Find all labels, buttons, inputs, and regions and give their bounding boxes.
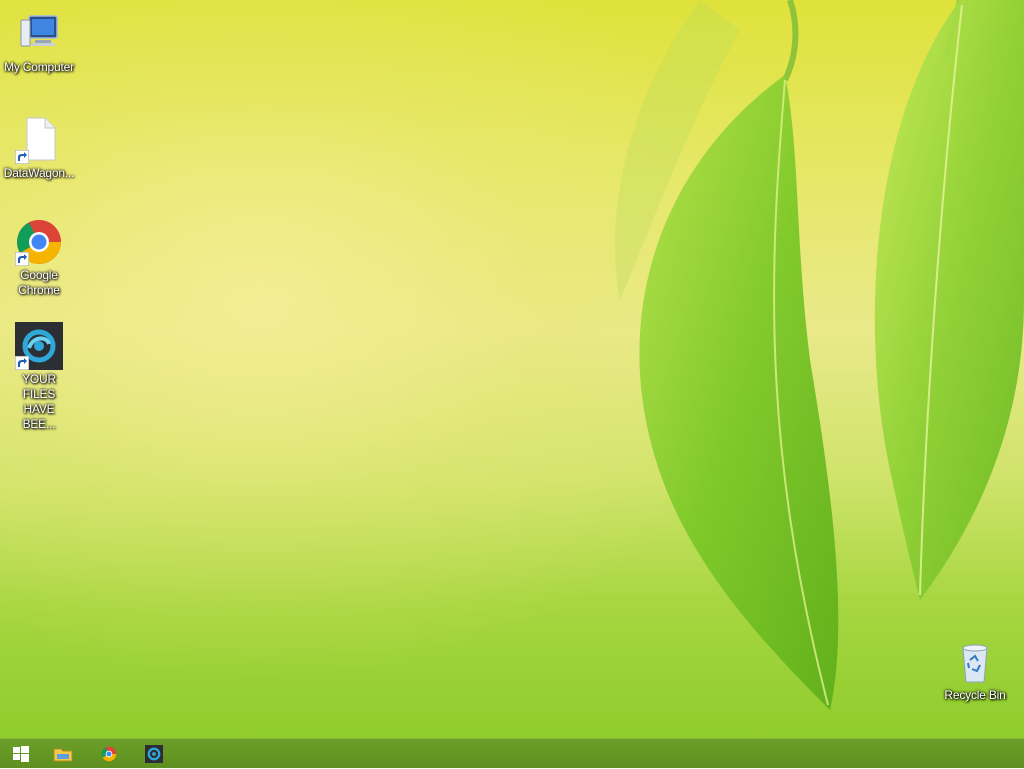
shortcut-arrow-icon (15, 150, 29, 164)
taskbar-ransom-app[interactable] (133, 739, 175, 769)
desktop-icon-recycle-bin[interactable]: Recycle Bin (937, 638, 1013, 703)
computer-icon (15, 10, 63, 58)
taskbar-chrome[interactable] (88, 739, 130, 769)
document-icon (15, 116, 63, 164)
icon-label: Recycle Bin (944, 688, 1006, 702)
shortcut-arrow-icon (15, 252, 29, 266)
file-explorer-icon (53, 748, 73, 762)
icon-label: Google Chrome (18, 268, 60, 297)
desktop-icon-my-computer[interactable]: My Computer (1, 10, 77, 75)
icon-label: My Computer (4, 60, 74, 74)
taskbar (0, 738, 1024, 768)
icon-label: YOUR FILES HAVE BEE... (22, 372, 56, 431)
windows-start-icon (13, 746, 29, 762)
desktop-icon-your-files[interactable]: YOUR FILES HAVE BEE... (1, 322, 77, 432)
ransom-app-icon (145, 745, 163, 763)
chrome-icon (15, 218, 63, 266)
desktop-icon-datawagon[interactable]: DataWagon... (1, 116, 77, 181)
recycle-bin-icon (951, 638, 999, 686)
ransom-app-icon (15, 322, 63, 370)
shortcut-arrow-icon (15, 356, 29, 370)
icon-label: DataWagon... (3, 166, 75, 180)
taskbar-file-explorer[interactable] (42, 739, 84, 769)
desktop[interactable]: My Computer DataWagon... Google Chrome Y… (0, 0, 1024, 738)
wallpaper-leaves (614, 0, 1024, 710)
start-button[interactable] (0, 739, 42, 769)
chrome-icon (101, 746, 117, 762)
desktop-icon-google-chrome[interactable]: Google Chrome (1, 218, 77, 298)
